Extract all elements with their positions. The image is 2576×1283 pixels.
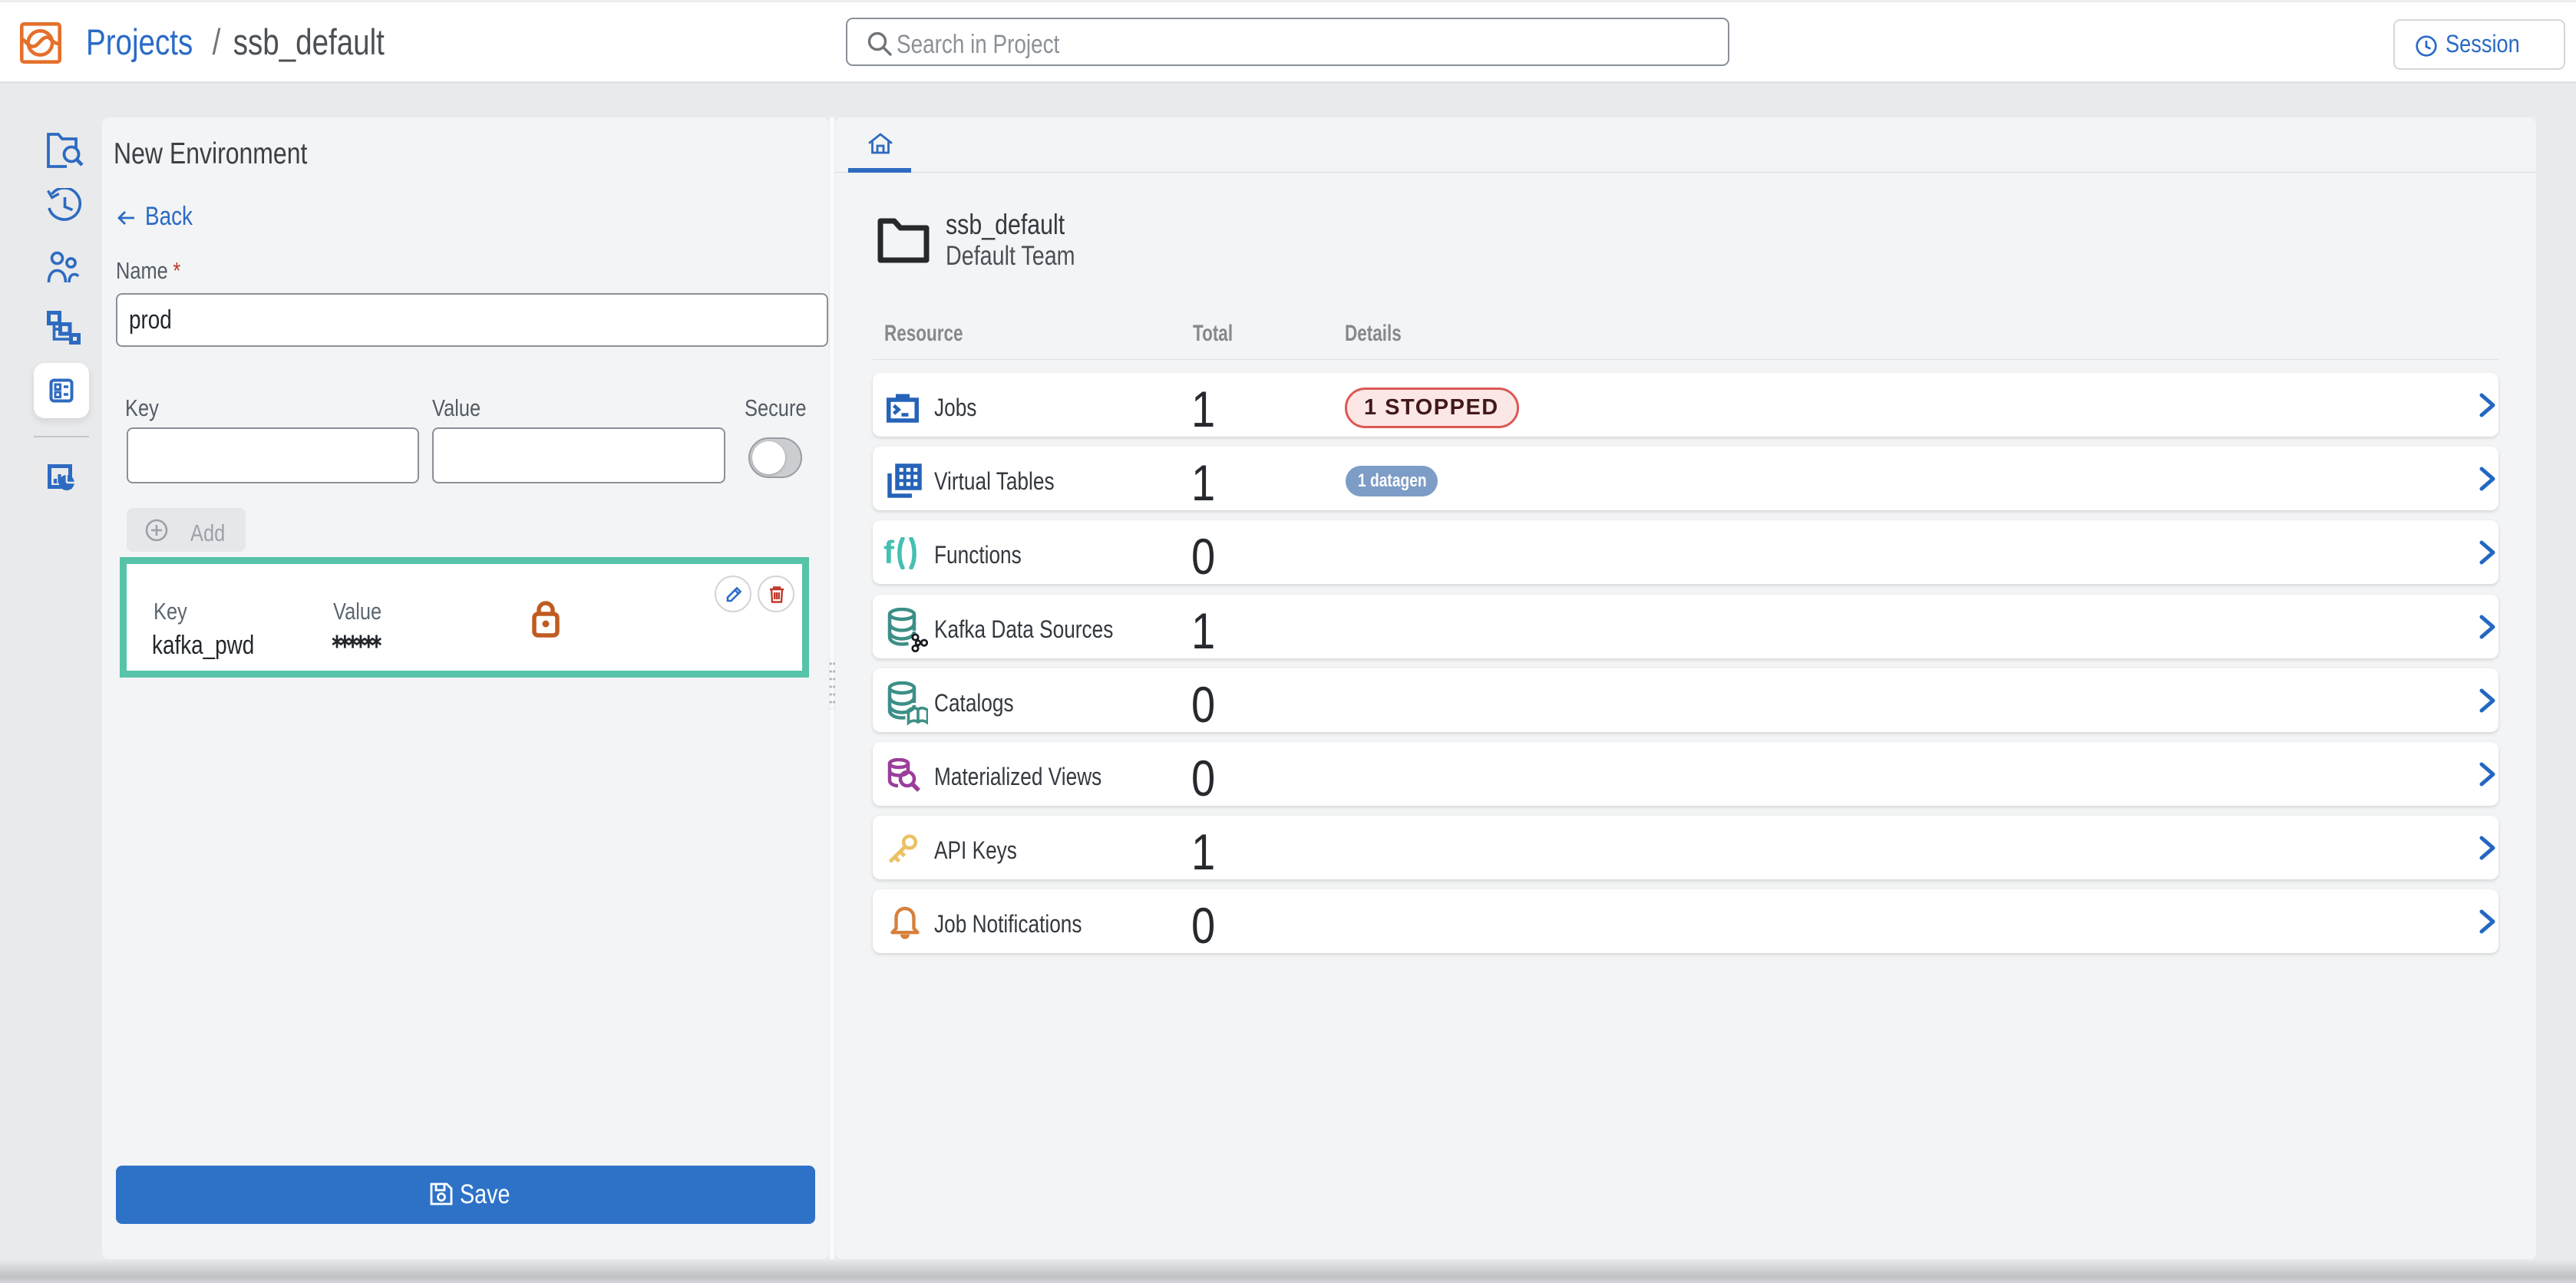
svg-text:f: f (883, 537, 895, 569)
